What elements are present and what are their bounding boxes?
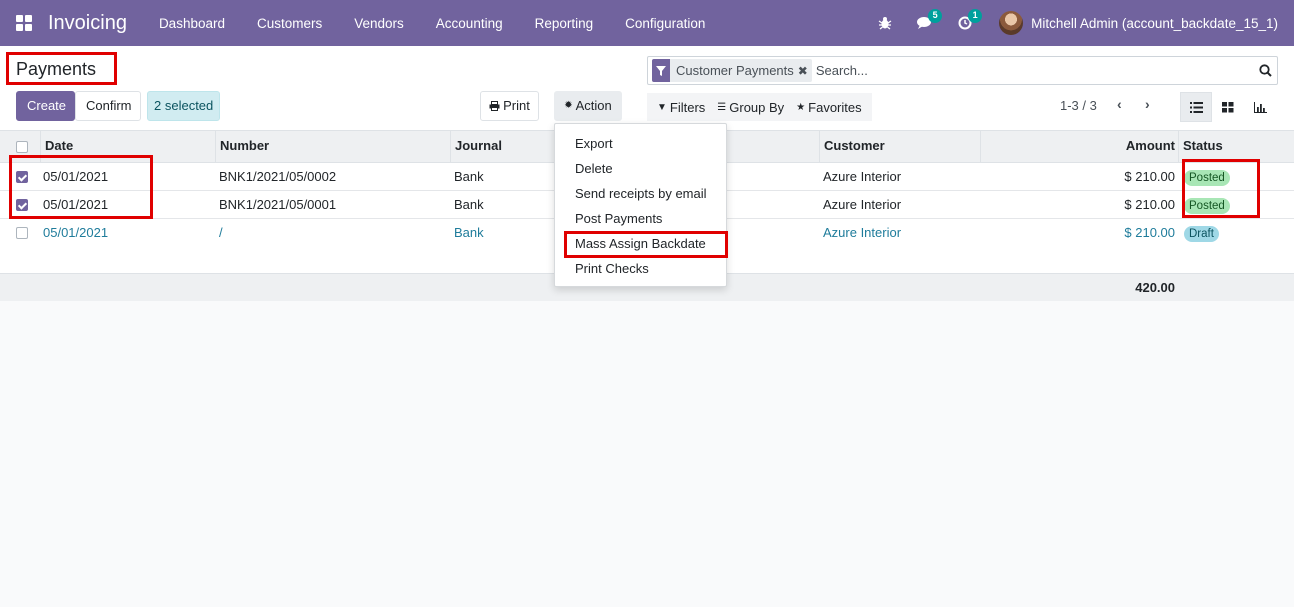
activities-icon[interactable]: 1: [957, 9, 983, 31]
control-panel: Payments Create Confirm 2 selected Print…: [0, 46, 1294, 131]
status-badge: Draft: [1184, 226, 1219, 242]
status-badge: Posted: [1184, 170, 1230, 186]
facet-label: Customer Payments: [676, 63, 794, 78]
graph-view-icon[interactable]: [1244, 92, 1276, 122]
row-checkbox[interactable]: [16, 199, 28, 211]
menu-dashboard[interactable]: Dashboard: [143, 16, 241, 31]
action-button[interactable]: ✹ Action: [554, 91, 622, 121]
menu-item-send-receipts[interactable]: Send receipts by email: [575, 186, 707, 201]
user-menu[interactable]: Mitchell Admin (account_backdate_15_1): [1031, 16, 1278, 31]
print-label: Print: [503, 98, 530, 113]
filter-icon: ▼: [657, 101, 667, 113]
filters-label: Filters: [669, 99, 706, 115]
bug-icon[interactable]: [877, 15, 893, 31]
messages-icon[interactable]: 5: [917, 9, 943, 31]
activities-count-badge: 1: [968, 9, 983, 23]
favorites-label: Favorites: [808, 99, 862, 115]
facet-close-icon[interactable]: ✖: [798, 64, 812, 78]
search-input[interactable]: [811, 63, 1253, 78]
row-customer: Azure Interior: [823, 197, 902, 212]
header-customer[interactable]: Customer: [819, 131, 981, 162]
row-amount: $ 210.00: [1124, 169, 1175, 184]
menu-accounting[interactable]: Accounting: [420, 16, 519, 31]
row-customer: Azure Interior: [823, 169, 902, 184]
header-amount[interactable]: Amount: [980, 131, 1179, 162]
row-number: BNK1/2021/05/0001: [219, 197, 337, 212]
row-journal: Bank: [454, 225, 484, 240]
menu-item-post-payments[interactable]: Post Payments: [575, 211, 662, 226]
menu-configuration[interactable]: Configuration: [609, 16, 721, 31]
star-icon: ★: [796, 101, 806, 113]
search-options: ▼ Filters ☰ Group By ★ Favorites: [647, 93, 872, 121]
row-journal: Bank: [454, 169, 484, 184]
status-badge: Posted: [1184, 198, 1230, 214]
row-checkbox[interactable]: [16, 227, 28, 239]
groupby-label: Group By: [729, 99, 785, 115]
gear-icon: ✹: [564, 100, 573, 111]
menu-item-delete[interactable]: Delete: [575, 161, 613, 176]
groupby-button[interactable]: ☰ Group By: [711, 100, 790, 115]
chevron-right-icon[interactable]: ›: [1145, 96, 1150, 112]
header-date[interactable]: Date: [40, 131, 216, 162]
row-journal: Bank: [454, 197, 484, 212]
systray: 5 1 Mitchell Admin (account_backdate_15_…: [865, 0, 1278, 46]
chevron-left-icon[interactable]: ‹: [1117, 96, 1122, 112]
total-amount: 420.00: [1135, 280, 1175, 295]
list-view-icon[interactable]: [1180, 92, 1212, 122]
select-all-checkbox[interactable]: [16, 141, 28, 153]
menu-item-mass-assign-backdate[interactable]: Mass Assign Backdate: [575, 236, 706, 251]
create-button[interactable]: Create: [16, 91, 75, 121]
row-customer: Azure Interior: [823, 225, 902, 240]
action-label: Action: [575, 98, 612, 113]
print-icon: [489, 101, 500, 111]
menu-reporting[interactable]: Reporting: [519, 16, 610, 31]
row-date: 05/01/2021: [43, 197, 109, 212]
apps-menu-icon[interactable]: [16, 15, 32, 31]
print-button[interactable]: Print: [480, 91, 539, 121]
menu-vendors[interactable]: Vendors: [338, 16, 420, 31]
avatar[interactable]: [999, 11, 1024, 35]
selected-count-badge: 2 selected: [147, 91, 221, 121]
kanban-view-icon[interactable]: [1212, 92, 1244, 122]
row-amount: $ 210.00: [1124, 197, 1175, 212]
menu-item-export[interactable]: Export: [575, 136, 613, 151]
row-date: 05/01/2021: [43, 169, 109, 184]
messages-count-badge: 5: [928, 9, 943, 23]
row-date: 05/01/2021: [43, 225, 109, 240]
bars-icon: ☰: [717, 101, 727, 113]
search-bar: Customer Payments ✖: [647, 56, 1278, 85]
view-switcher: [1180, 92, 1276, 122]
filters-button[interactable]: ▼ Filters: [651, 100, 711, 115]
row-number: /: [219, 225, 223, 240]
confirm-button[interactable]: Confirm: [75, 91, 141, 121]
top-navbar: Invoicing Dashboard Customers Vendors Ac…: [0, 0, 1294, 46]
header-number[interactable]: Number: [215, 131, 451, 162]
app-brand[interactable]: Invoicing: [48, 12, 127, 35]
search-facet: Customer Payments ✖: [652, 59, 812, 82]
filter-icon: [652, 59, 670, 82]
menu-item-print-checks[interactable]: Print Checks: [575, 261, 649, 276]
page-title: Payments: [16, 59, 97, 79]
search-icon[interactable]: [1253, 64, 1277, 77]
row-number: BNK1/2021/05/0002: [219, 169, 337, 184]
action-dropdown-menu: Export Delete Send receipts by email Pos…: [554, 123, 728, 287]
row-checkbox[interactable]: [16, 171, 28, 183]
row-amount: $ 210.00: [1124, 225, 1175, 240]
favorites-button[interactable]: ★ Favorites: [790, 100, 867, 115]
menu-customers[interactable]: Customers: [241, 16, 338, 31]
pager-value[interactable]: 1-3 / 3: [1060, 98, 1097, 113]
header-status[interactable]: Status: [1178, 131, 1294, 162]
